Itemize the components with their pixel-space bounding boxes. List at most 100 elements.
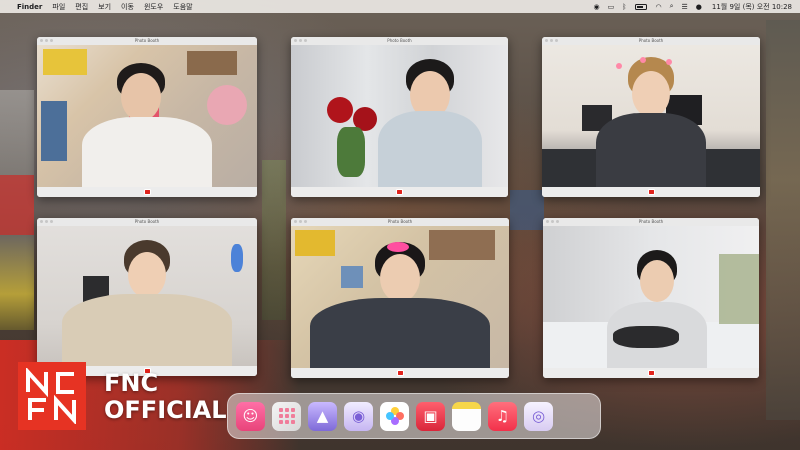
photo-booth-window[interactable]: Photo Booth [542,37,760,197]
minimize-button[interactable] [551,220,554,223]
menu-app-name[interactable]: Finder [17,3,42,11]
close-button[interactable] [40,39,43,42]
window-toolbar [543,368,759,378]
window-view [719,254,759,324]
menu-view[interactable]: 보기 [98,2,111,12]
window-toolbar [37,187,257,197]
close-button[interactable] [545,39,548,42]
quicktime-icon[interactable]: ◎ [524,401,553,431]
poster [41,101,67,161]
search-icon[interactable]: ⌕ [670,2,674,11]
fnc-logo-mark [26,368,76,424]
bluetooth-icon[interactable]: ᛒ [622,3,626,11]
window-title: Photo Booth [387,38,412,43]
window-title: Photo Booth [638,38,664,43]
menu-file[interactable]: 파일 [52,2,65,12]
photo-booth-window[interactable]: Photo Booth [37,218,257,376]
window-toolbar [291,187,508,197]
camera-preview [37,226,257,366]
heart-sticker [640,57,646,63]
photo-booth-window[interactable]: Photo Booth [37,37,257,197]
menu-go[interactable]: 이동 [121,2,134,12]
guitar [613,326,679,348]
window-toolbar [542,187,760,197]
photos-icon[interactable] [380,401,409,431]
zoom-button[interactable] [50,220,53,223]
flower-stems [337,127,365,177]
heart-sticker [666,59,672,65]
zoom-button[interactable] [50,39,53,42]
menu-bar: Finder 파일 편집 보기 이동 윈도우 도움말 ◉ ▭ ᛒ ◠ ⌕ ☰ ●… [0,0,800,13]
window-title: Photo Booth [134,38,160,43]
app-icon[interactable]: ◉ [344,401,373,431]
menu-window[interactable]: 윈도우 [144,2,163,12]
siri-icon[interactable]: ● [696,3,702,11]
brand-line-1: FNC [104,369,159,397]
record-icon[interactable]: ◉ [594,3,600,11]
camera-preview [37,45,257,187]
camera-preview [542,45,760,187]
window-titlebar[interactable]: Photo Booth [291,37,508,45]
close-button[interactable] [294,220,297,223]
music-icon[interactable]: ♫ [488,401,517,431]
person [591,47,711,187]
bow-sticker [387,242,409,252]
window-titlebar[interactable]: Photo Booth [543,218,759,226]
photo-booth-window[interactable]: Photo Booth [291,218,509,378]
minimize-button[interactable] [45,39,48,42]
zoom-button[interactable] [304,39,307,42]
camera-preview [291,45,508,187]
shutter-button[interactable] [396,189,403,195]
photo-booth-icon[interactable]: ▣ [416,401,445,431]
window-toolbar [291,368,509,378]
battery-icon[interactable] [635,3,648,10]
display-icon[interactable]: ▭ [608,3,615,11]
menu-help[interactable]: 도움말 [173,2,192,12]
close-button[interactable] [40,220,43,223]
fnc-official-title: FNC OFFICIAL [104,370,227,424]
wallpaper-detail [510,190,544,230]
window-title: Photo Booth [387,219,413,224]
finder-icon[interactable]: ☺ [236,401,265,431]
wifi-icon[interactable]: ◠ [655,3,661,11]
photo-booth-window[interactable]: Photo Booth [291,37,508,197]
person [375,45,485,187]
window-titlebar[interactable]: Photo Booth [291,218,509,226]
window-titlebar[interactable]: Photo Booth [37,218,257,226]
notes-icon[interactable] [452,401,481,431]
menu-edit[interactable]: 편집 [75,2,88,12]
app-icon[interactable]: ▲ [308,401,337,431]
wallpaper-detail [262,160,286,320]
minimize-button[interactable] [45,220,48,223]
window-titlebar[interactable]: Photo Booth [37,37,257,45]
launchpad-icon[interactable] [272,401,301,431]
zoom-button[interactable] [555,39,558,42]
camera-preview [543,226,759,368]
control-center-icon[interactable]: ☰ [682,3,688,11]
shutter-button[interactable] [396,370,404,376]
figurine [231,244,243,272]
window-titlebar[interactable]: Photo Booth [542,37,760,45]
fnc-logo [18,362,86,430]
camera-preview [291,226,509,368]
status-area: ◉ ▭ ᛒ ◠ ⌕ ☰ ● 11월 9일 (목) 오전 10:28 [586,2,792,12]
minimize-button[interactable] [299,39,302,42]
photo-booth-window[interactable]: Photo Booth [543,218,759,378]
minimize-button[interactable] [550,39,553,42]
shutter-button[interactable] [647,370,655,376]
minimize-button[interactable] [299,220,302,223]
person [67,45,227,187]
close-button[interactable] [294,39,297,42]
wallpaper-detail [0,175,34,235]
heart-sticker [616,63,622,69]
zoom-button[interactable] [304,220,307,223]
zoom-button[interactable] [556,220,559,223]
person [602,240,712,368]
rose [327,97,353,123]
shutter-button[interactable] [143,189,151,195]
person [62,226,232,366]
menu-clock[interactable]: 11월 9일 (목) 오전 10:28 [712,2,792,12]
dock: ☺ ▲ ◉ ▣ ♫ ◎ [227,393,601,439]
close-button[interactable] [546,220,549,223]
shutter-button[interactable] [647,189,655,195]
